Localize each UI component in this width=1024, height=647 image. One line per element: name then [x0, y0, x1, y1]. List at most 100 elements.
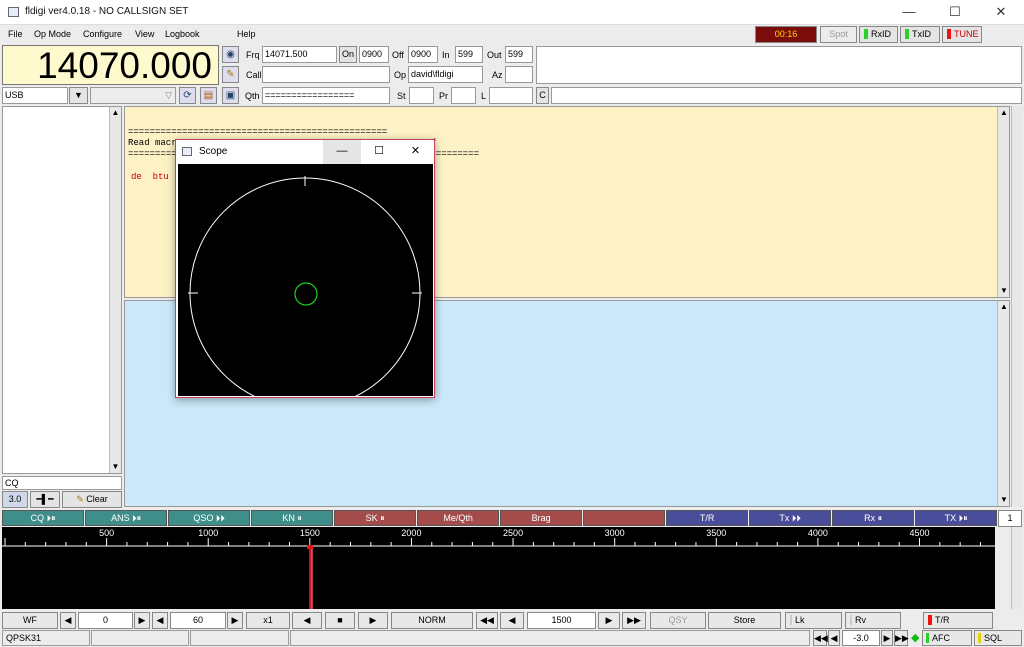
- scroll-up-icon[interactable]: ▲: [998, 107, 1010, 119]
- frequency-display[interactable]: 14070.000: [2, 45, 219, 86]
- scroll-up-icon[interactable]: ▲: [110, 107, 121, 119]
- waterfall-scale[interactable]: 500 1000 1500 2000 2500 3000 3500 4000 4500: [2, 527, 995, 547]
- notes-field[interactable]: [536, 46, 1022, 84]
- globe-icon[interactable]: ◉: [222, 46, 239, 63]
- locator-field[interactable]: [489, 87, 533, 104]
- stop-icon[interactable]: ■: [325, 612, 355, 629]
- qth-field[interactable]: =================: [262, 87, 390, 104]
- wf-mode-button[interactable]: WF: [2, 612, 58, 629]
- tx-scrollbar[interactable]: ▲ ▼: [997, 301, 1009, 506]
- rst-in-field[interactable]: 599: [455, 46, 483, 63]
- spot-button[interactable]: Spot: [820, 26, 857, 43]
- macro-button-11[interactable]: Rx ⏸: [832, 510, 915, 526]
- offset-left-icon[interactable]: ◀: [60, 612, 76, 629]
- on-field[interactable]: 0900: [359, 46, 389, 63]
- waterfall-scrollbar[interactable]: [1011, 527, 1023, 609]
- afc-left-icon[interactable]: ◀: [828, 630, 840, 646]
- txid-button[interactable]: TxID: [900, 26, 940, 43]
- sql-button[interactable]: SQL: [974, 630, 1022, 646]
- store-button[interactable]: Store: [708, 612, 781, 629]
- afc-right-icon[interactable]: ▶: [881, 630, 893, 646]
- macro-button-7[interactable]: Brag: [500, 510, 583, 526]
- rate-field[interactable]: 60: [170, 612, 226, 629]
- macro-button-4[interactable]: KN ⏸: [251, 510, 334, 526]
- squelch-slider[interactable]: ━▌━: [30, 491, 60, 508]
- maximize-button[interactable]: ☐: [932, 0, 978, 25]
- macro-button-8[interactable]: [583, 510, 666, 526]
- c-button[interactable]: C: [536, 87, 549, 104]
- macro-page[interactable]: 1: [998, 510, 1022, 527]
- lock-button[interactable]: Lk: [785, 612, 842, 629]
- macro-button-9[interactable]: T/R: [666, 510, 749, 526]
- scope-maximize-button[interactable]: ☐: [361, 140, 397, 164]
- on-button[interactable]: On: [339, 46, 357, 63]
- az-field[interactable]: [505, 66, 533, 83]
- macro-button-1[interactable]: CQ ⏵⏸: [2, 510, 85, 526]
- macro-button-2[interactable]: ANS ⏵⏸: [85, 510, 168, 526]
- zoom-right-icon[interactable]: ▶: [358, 612, 388, 629]
- audio-freq-field[interactable]: 1500: [527, 612, 596, 629]
- reverse-button[interactable]: Rv: [845, 612, 901, 629]
- rxid-button[interactable]: RxID: [859, 26, 898, 43]
- mode-status[interactable]: QPSK31: [2, 630, 90, 646]
- browser-scrollbar[interactable]: ▲ ▼: [109, 107, 121, 473]
- minimize-button[interactable]: —: [886, 0, 932, 25]
- rate-left-icon[interactable]: ◀: [152, 612, 168, 629]
- afc-fast-left-icon[interactable]: ◀◀: [813, 630, 828, 646]
- clear-button[interactable]: ✎ Clear: [62, 491, 122, 508]
- fast-rewind-icon[interactable]: ◀◀: [476, 612, 498, 629]
- menu-opmode[interactable]: Op Mode: [34, 29, 71, 39]
- pr-field[interactable]: [451, 87, 476, 104]
- menu-view[interactable]: View: [135, 29, 154, 39]
- scope-close-button[interactable]: ✕: [397, 140, 434, 164]
- norm-button[interactable]: NORM: [391, 612, 473, 629]
- refresh-icon[interactable]: ⟳: [179, 87, 196, 104]
- macro-button-12[interactable]: TX ⏵⏸: [915, 510, 998, 526]
- scope-window[interactable]: Scope — ☐ ✕: [175, 139, 435, 409]
- op-field[interactable]: david\fldigi: [408, 66, 483, 83]
- tune-button[interactable]: TUNE: [942, 26, 982, 43]
- zoom-left-icon[interactable]: ◀: [292, 612, 322, 629]
- clipboard-icon[interactable]: ▣: [222, 87, 239, 104]
- broom-icon[interactable]: ✎: [222, 66, 239, 83]
- rst-out-field[interactable]: 599: [505, 46, 533, 63]
- rate-right-icon[interactable]: ▶: [227, 612, 243, 629]
- mode-dropdown-icon[interactable]: ▼: [69, 87, 88, 104]
- macro-button-10[interactable]: Tx ⏵⏵: [749, 510, 832, 526]
- scroll-down-icon[interactable]: ▼: [110, 461, 121, 473]
- scroll-up-icon[interactable]: ▲: [998, 301, 1010, 313]
- off-field[interactable]: 0900: [408, 46, 438, 63]
- book-icon[interactable]: ▤: [200, 87, 217, 104]
- st-field[interactable]: [409, 87, 434, 104]
- rx-scrollbar[interactable]: ▲ ▼: [997, 107, 1009, 297]
- qsy-button[interactable]: QSY: [650, 612, 706, 629]
- step-left-icon[interactable]: ◀: [500, 612, 524, 629]
- main-scrollbar[interactable]: [1011, 106, 1023, 507]
- scope-minimize-button[interactable]: —: [323, 140, 361, 164]
- waterfall-display[interactable]: [2, 547, 995, 609]
- cq-field[interactable]: CQ: [2, 476, 122, 490]
- call-field[interactable]: [262, 66, 390, 83]
- frq-field[interactable]: 14071.500: [262, 46, 337, 63]
- macro-button-3[interactable]: QSO ⏵⏵: [168, 510, 251, 526]
- zoom-button[interactable]: x1: [246, 612, 290, 629]
- signal-browser[interactable]: ▲ ▼: [2, 106, 122, 474]
- scope-titlebar[interactable]: Scope — ☐ ✕: [176, 140, 434, 164]
- menu-help[interactable]: Help: [237, 29, 256, 39]
- scroll-down-icon[interactable]: ▼: [998, 285, 1010, 297]
- afc-button[interactable]: AFC: [922, 630, 972, 646]
- close-button[interactable]: ✕: [978, 0, 1024, 25]
- offset-right-icon[interactable]: ▶: [134, 612, 150, 629]
- afc-fast-right-icon[interactable]: ▶▶: [894, 630, 909, 646]
- menu-configure[interactable]: Configure: [83, 29, 122, 39]
- country-field[interactable]: [551, 87, 1022, 104]
- step-right-icon[interactable]: ▶: [598, 612, 620, 629]
- menu-logbook[interactable]: Logbook: [165, 29, 200, 39]
- bandwidth-dropdown-icon[interactable]: ▽: [90, 87, 176, 104]
- menu-file[interactable]: File: [8, 29, 23, 39]
- scroll-down-icon[interactable]: ▼: [998, 494, 1010, 506]
- mode-select[interactable]: USB: [2, 87, 68, 104]
- macro-button-6[interactable]: Me/Qth: [417, 510, 500, 526]
- macro-button-5[interactable]: SK ⏸: [334, 510, 417, 526]
- fast-forward-icon[interactable]: ▶▶: [622, 612, 646, 629]
